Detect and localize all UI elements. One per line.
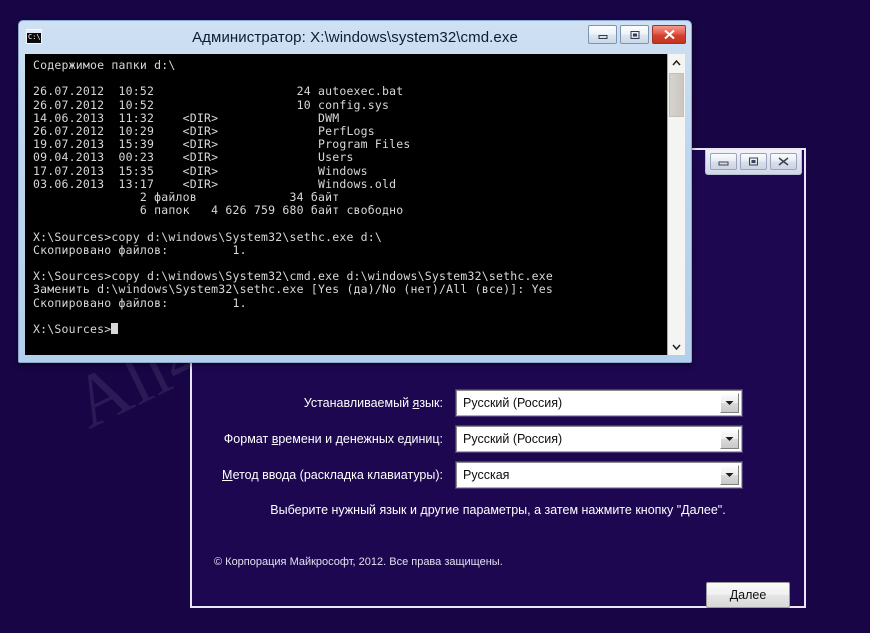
- cmd-window-controls: [588, 25, 686, 44]
- chevron-down-icon[interactable]: [720, 465, 739, 485]
- keyboard-layout-combobox[interactable]: Русская: [456, 462, 742, 488]
- setup-maximize-button[interactable]: [740, 153, 767, 170]
- cmd-console-icon: C:\: [26, 29, 42, 44]
- scrollbar-thumb[interactable]: [669, 73, 684, 117]
- next-button[interactable]: Далее: [706, 582, 790, 608]
- cmd-titlebar[interactable]: C:\ Администратор: X:\windows\system32\c…: [19, 21, 691, 54]
- cmd-output-text: Содержимое папки d:\ 26.07.2012 10:52 24…: [33, 58, 554, 337]
- setup-close-button[interactable]: [770, 153, 797, 170]
- cmd-client-area: Содержимое папки d:\ 26.07.2012 10:52 24…: [25, 54, 685, 355]
- keyboard-layout-row: Метод ввода (раскладка клавиатуры): Русс…: [192, 462, 804, 488]
- next-button-accel: Д: [729, 588, 739, 602]
- cmd-maximize-button[interactable]: [620, 25, 649, 44]
- copyright-text: © Корпорация Майкрософт, 2012. Все права…: [214, 556, 503, 568]
- language-row: Устанавливаемый язык: Русский (Россия): [192, 390, 804, 416]
- setup-minimize-button[interactable]: [710, 153, 737, 170]
- cmd-close-button[interactable]: [652, 25, 686, 44]
- keyboard-layout-label: Метод ввода (раскладка клавиатуры):: [222, 468, 443, 482]
- setup-window-controls: [705, 150, 802, 175]
- keyboard-layout-value: Русская: [463, 468, 510, 482]
- scroll-up-icon[interactable]: [668, 54, 685, 71]
- chevron-down-icon[interactable]: [720, 429, 739, 449]
- cmd-minimize-button[interactable]: [588, 25, 617, 44]
- cmd-console-window: C:\ Администратор: X:\windows\system32\c…: [18, 20, 692, 363]
- next-button-label: алее: [738, 588, 767, 602]
- setup-hint-text: Выберите нужный язык и другие параметры,…: [270, 503, 726, 517]
- time-currency-value: Русский (Россия): [463, 432, 563, 446]
- cmd-scrollbar[interactable]: [667, 54, 685, 355]
- language-value: Русский (Россия): [463, 396, 563, 410]
- chevron-down-icon[interactable]: [720, 393, 739, 413]
- time-currency-label: Формат времени и денежных единиц:: [223, 432, 443, 446]
- scroll-down-icon[interactable]: [668, 338, 685, 355]
- language-combobox[interactable]: Русский (Россия): [456, 390, 742, 416]
- language-label: Устанавливаемый язык:: [303, 396, 443, 410]
- console-cursor: [111, 323, 119, 335]
- time-currency-row: Формат времени и денежных единиц: Русски…: [192, 426, 804, 452]
- time-currency-combobox[interactable]: Русский (Россия): [456, 426, 742, 452]
